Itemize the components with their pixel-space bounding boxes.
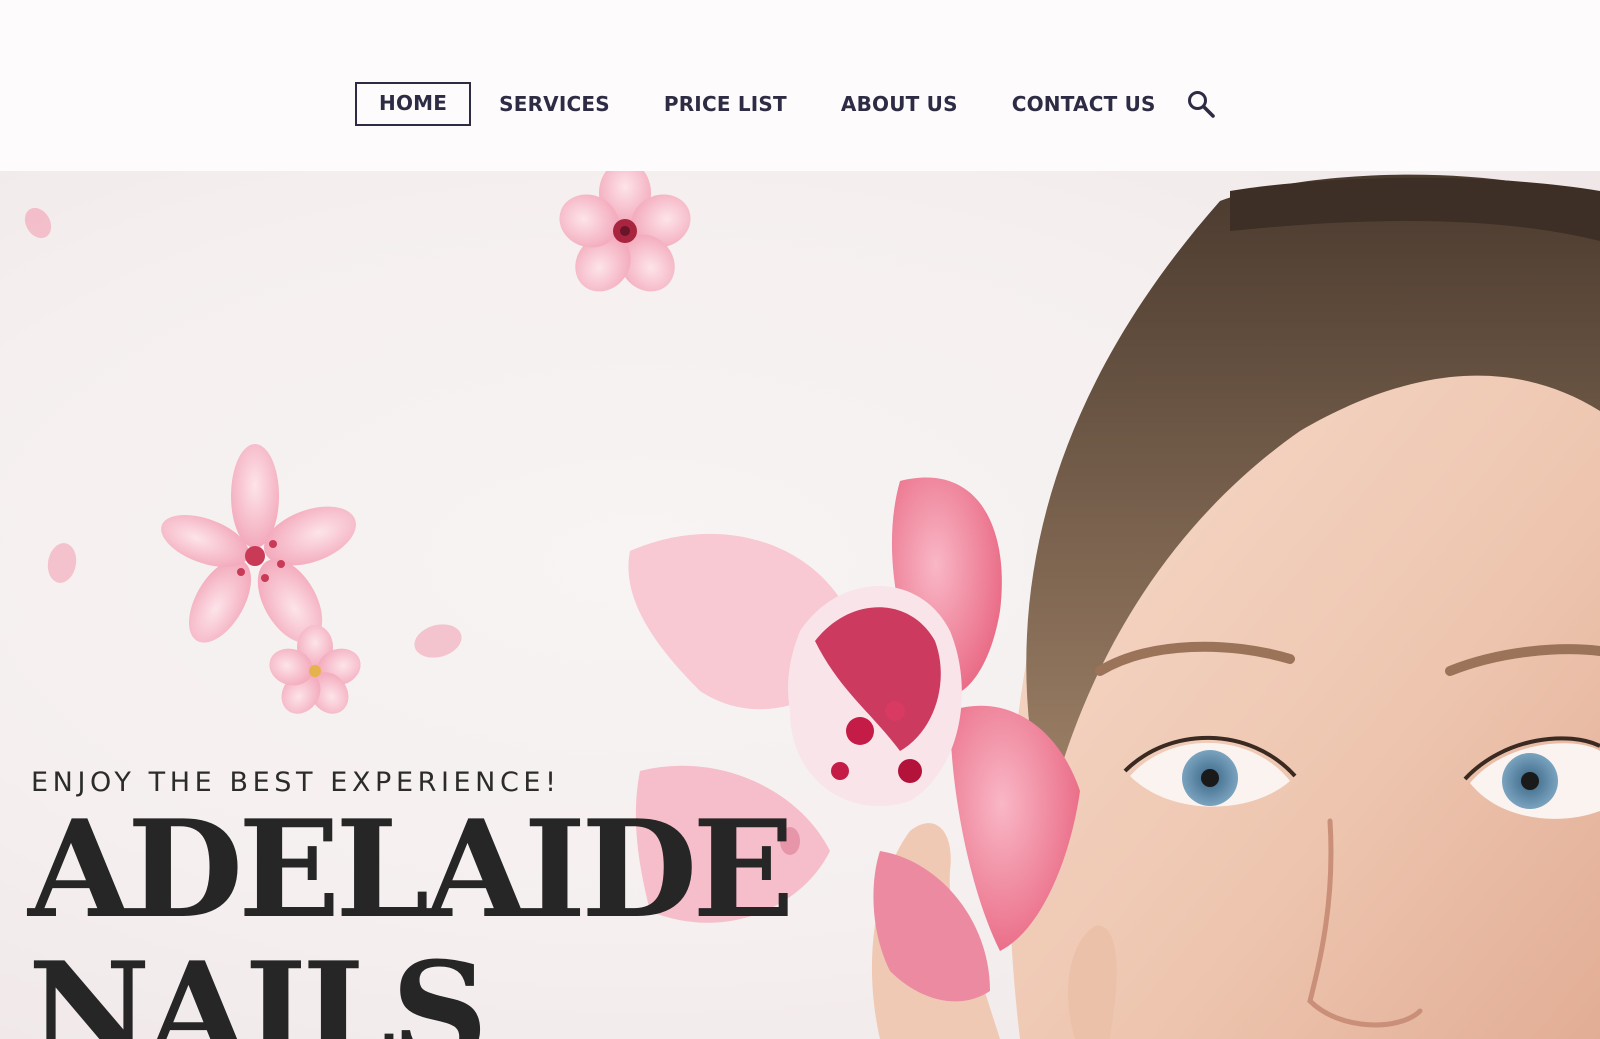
brand-title-line1: ADELAIDE: [28, 790, 795, 948]
nav-services[interactable]: SERVICES: [499, 82, 610, 126]
cherry-blossom-top: [559, 171, 691, 292]
nav-home[interactable]: HOME: [355, 82, 472, 126]
site-header: HOME SERVICES PRICE LIST ABOUT US CONTAC…: [0, 0, 1600, 171]
nav-price-list[interactable]: PRICE LIST: [664, 82, 787, 126]
main-nav: HOME SERVICES PRICE LIST ABOUT US CONTAC…: [355, 82, 1156, 126]
nav-about-us[interactable]: ABOUT US: [841, 82, 958, 126]
search-icon[interactable]: [1185, 88, 1217, 120]
nav-contact-us[interactable]: CONTACT US: [1012, 82, 1156, 126]
cherry-blossom-left: [161, 444, 356, 643]
petal: [47, 543, 77, 583]
hero-banner: ENJOY THE BEST EXPERIENCE! ADELAIDE NAIL…: [0, 171, 1600, 1039]
brand-title: ADELAIDE NAILS: [28, 790, 795, 1039]
cherry-blossom-small: [269, 625, 361, 714]
brand-title-line2: NAILS: [28, 932, 488, 1039]
petal: [414, 624, 462, 658]
petal: [24, 207, 52, 239]
